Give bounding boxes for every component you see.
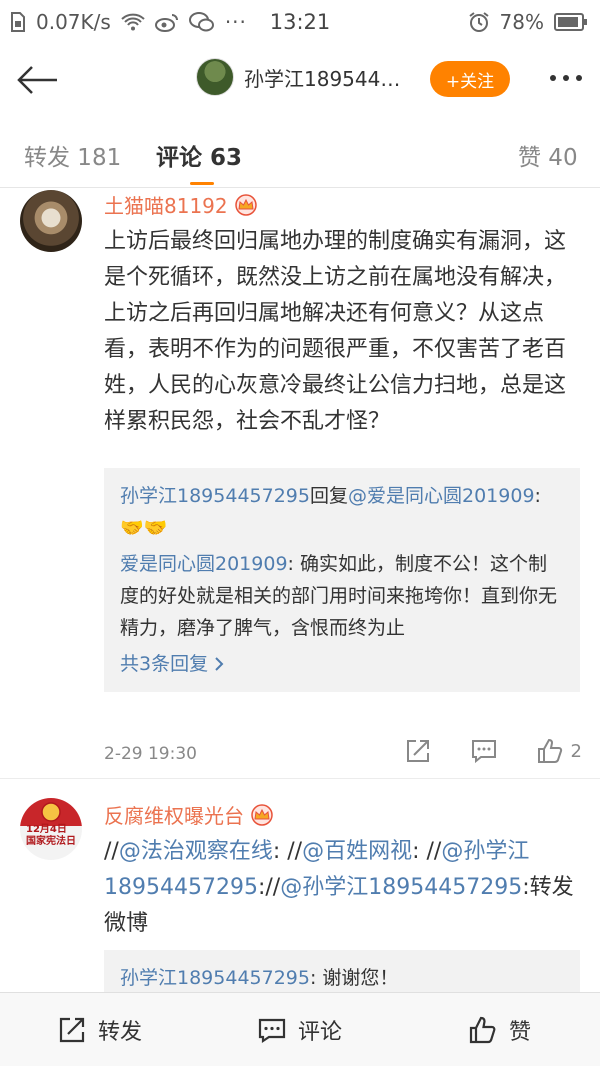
crown-badge-icon bbox=[234, 193, 257, 216]
comment-text: //@法治观察在线: //@百姓网视: //@孙学江18954457295://… bbox=[104, 834, 584, 942]
share-icon bbox=[59, 1017, 85, 1042]
network-speed: 0.07K/s bbox=[36, 10, 111, 34]
reply-line: 孙学江18954457295回复@爱是同心圆201909:🤝🤝 bbox=[120, 480, 564, 544]
alarm-icon bbox=[468, 11, 490, 33]
repost-action[interactable] bbox=[405, 738, 431, 764]
comment-username-text[interactable]: 土猫喵81192 bbox=[104, 190, 228, 219]
follow-button[interactable]: +关注 bbox=[430, 61, 510, 97]
repost-label[interactable]: 转发 bbox=[98, 1014, 142, 1046]
more-options-button[interactable] bbox=[550, 66, 582, 90]
repost-button[interactable]: 转发 bbox=[0, 993, 200, 1066]
reply-box[interactable]: 孙学江18954457295: 谢谢您！ bbox=[104, 950, 580, 992]
reply-user-link[interactable]: 孙学江18954457295 bbox=[120, 485, 310, 507]
avatar-caption: 12月4日国家宪法日 bbox=[26, 824, 76, 847]
chevron-right-icon bbox=[215, 657, 224, 671]
weibo-icon bbox=[154, 12, 179, 32]
wifi-icon bbox=[121, 13, 145, 31]
thumbs-up-icon bbox=[469, 1016, 496, 1043]
text-fragment: // bbox=[104, 839, 119, 864]
reply-action[interactable] bbox=[471, 738, 497, 764]
nav-user[interactable]: 孙学江189544… bbox=[196, 58, 400, 96]
comment-username-text[interactable]: 反腐维权曝光台 bbox=[104, 800, 244, 829]
comment-list[interactable]: 土猫喵81192 上访后最终回归属地办理的制度确实有漏洞，这是个死循环，既然没上… bbox=[0, 188, 600, 992]
thumbs-up-icon bbox=[537, 738, 562, 763]
nav-username[interactable]: 孙学江189544… bbox=[244, 63, 400, 92]
battery-icon bbox=[554, 13, 588, 31]
tab-comments[interactable]: 评论 63 bbox=[156, 138, 242, 172]
mention-link[interactable]: @孙学江18954457295 bbox=[280, 875, 522, 900]
comment-divider bbox=[0, 778, 600, 779]
reply-box[interactable]: 孙学江18954457295回复@爱是同心圆201909:🤝🤝 爱是同心圆201… bbox=[104, 468, 580, 692]
like-action[interactable]: 2 bbox=[537, 738, 582, 764]
like-count: 2 bbox=[570, 740, 582, 762]
back-button[interactable] bbox=[14, 58, 60, 102]
active-tab-indicator bbox=[190, 182, 214, 185]
reply-mention-link[interactable]: @爱是同心圆201909 bbox=[348, 485, 535, 507]
nav-bar: 孙学江189544… +关注 bbox=[0, 44, 600, 116]
mention-link[interactable]: @百姓网视 bbox=[302, 839, 412, 864]
comment-icon bbox=[258, 1018, 286, 1043]
text-fragment: : // bbox=[412, 839, 442, 864]
reply-user-link[interactable]: 孙学江18954457295 bbox=[120, 967, 310, 989]
reply-text: : 谢谢您！ bbox=[309, 967, 399, 989]
like-label[interactable]: 赞 bbox=[509, 1014, 531, 1046]
tab-bar: 转发 181 评论 63 赞 40 bbox=[0, 116, 600, 188]
comment-icon bbox=[471, 740, 496, 764]
comment-time: 2-29 19:30 bbox=[104, 744, 197, 764]
tab-likes[interactable]: 赞 40 bbox=[518, 138, 578, 172]
crown-badge-icon bbox=[251, 803, 273, 826]
text-fragment: : // bbox=[272, 839, 303, 864]
bottom-toolbar: 转发 评论 赞 bbox=[0, 992, 600, 1066]
back-arrow-icon bbox=[17, 66, 57, 94]
reply-verb: 回复 bbox=[309, 485, 348, 507]
nav-avatar[interactable] bbox=[196, 58, 234, 96]
sim-icon bbox=[10, 12, 26, 32]
comment-actions: 2 bbox=[405, 738, 582, 764]
more-replies-label[interactable]: 共3条回复 bbox=[120, 648, 208, 680]
reply-line: 孙学江18954457295: 谢谢您！ bbox=[120, 962, 564, 992]
share-icon bbox=[406, 740, 429, 762]
more-dots-icon: ··· bbox=[224, 10, 247, 34]
status-bar: 0.07K/s ··· 13:21 78% bbox=[0, 0, 600, 44]
reply-user-link[interactable]: 爱是同心圆201909 bbox=[120, 553, 288, 575]
comment-username[interactable]: 土猫喵81192 bbox=[104, 190, 258, 219]
comment-button[interactable]: 评论 bbox=[200, 993, 400, 1066]
like-button[interactable]: 赞 bbox=[400, 993, 600, 1066]
reply-line: 爱是同心圆201909: 确实如此，制度不公！这个制度的好处就是相关的部门用时间… bbox=[120, 548, 564, 644]
comment-label[interactable]: 评论 bbox=[298, 1014, 342, 1046]
tab-repost[interactable]: 转发 181 bbox=[24, 138, 121, 172]
comment-text: 上访后最终回归属地办理的制度确实有漏洞，这是个死循环，既然没上访之前在属地没有解… bbox=[104, 229, 567, 434]
wechat-icon bbox=[188, 12, 215, 32]
mention-link[interactable]: @法治观察在线 bbox=[119, 839, 273, 864]
battery-percent: 78% bbox=[499, 10, 544, 34]
comment-username[interactable]: 反腐维权曝光台 bbox=[104, 800, 274, 829]
text-fragment: :// bbox=[257, 875, 281, 900]
avatar[interactable] bbox=[20, 190, 82, 252]
avatar[interactable]: 12月4日国家宪法日 bbox=[20, 798, 82, 860]
view-more-replies-link[interactable]: 共3条回复 bbox=[120, 648, 224, 680]
